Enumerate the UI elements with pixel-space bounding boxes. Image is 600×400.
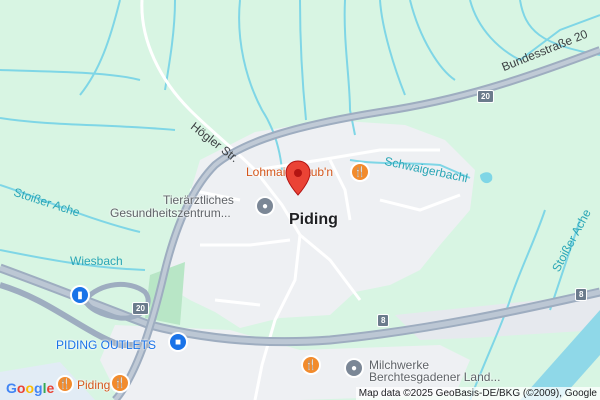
piding-restaurant-label[interactable]: Piding xyxy=(77,378,110,392)
factory-icon[interactable]: ● xyxy=(346,360,362,376)
restaurant-icon[interactable]: 🍴 xyxy=(303,357,319,373)
location-pin-icon[interactable] xyxy=(285,160,311,196)
veterinary-icon[interactable]: ● xyxy=(257,198,273,214)
gas-station-icon[interactable]: ▮ xyxy=(72,287,88,303)
wiesbach-label: Wiesbach xyxy=(70,254,123,268)
route-20-shield: 20 xyxy=(477,90,494,103)
google-logo: Google xyxy=(6,380,55,396)
shopping-icon[interactable]: ■ xyxy=(170,334,186,350)
route-8-shield: 8 xyxy=(575,288,588,301)
town-label: Piding xyxy=(289,211,338,228)
restaurant-icon[interactable]: 🍴 xyxy=(112,375,128,391)
route-8-shield: 8 xyxy=(377,314,390,327)
milchwerke-label-line2[interactable]: Berchtesgadener Land... xyxy=(369,370,500,384)
tierarzt-label-line1[interactable]: Tierärztliches xyxy=(163,193,234,207)
map-canvas[interactable]: Bundesstraße 20 Högler Str. 20 20 8 8 St… xyxy=(0,0,600,400)
map-attribution: Map data ©2025 GeoBasis-DE/BKG (©2009), … xyxy=(355,387,600,400)
restaurant-icon[interactable]: 🍴 xyxy=(352,164,368,180)
restaurant-icon[interactable]: 🍴 xyxy=(58,377,72,391)
tierarzt-label-line2[interactable]: Gesundheitszentrum... xyxy=(110,206,231,220)
piding-outlets-label[interactable]: PIDING OUTLETS xyxy=(56,338,156,352)
route-20-shield: 20 xyxy=(132,302,149,315)
